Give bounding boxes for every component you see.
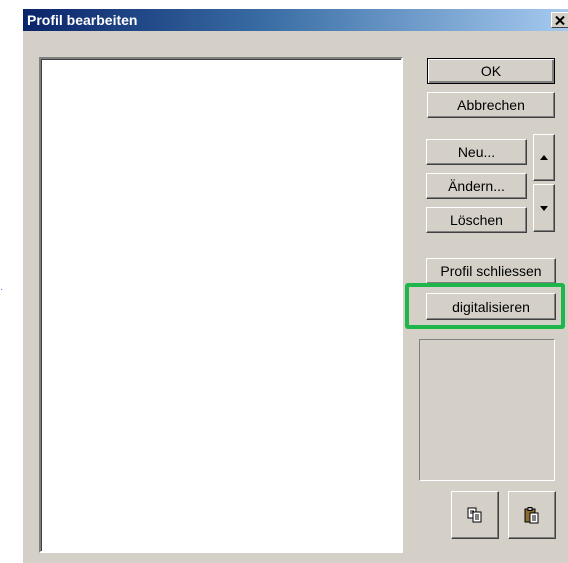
- close-button[interactable]: [551, 12, 568, 28]
- arrow-up-icon: [540, 155, 548, 160]
- paste-button[interactable]: [508, 491, 556, 539]
- close-profile-button[interactable]: Profil schliessen: [426, 258, 556, 284]
- move-down-button[interactable]: [533, 184, 555, 232]
- window-title: Profil bearbeiten: [27, 12, 138, 28]
- preview-panel: [419, 339, 555, 481]
- arrow-down-icon: [540, 205, 548, 211]
- digitize-button[interactable]: digitalisieren: [426, 293, 556, 320]
- stray-mark: ·: [0, 284, 4, 295]
- profile-edit-dialog: Profil bearbeiten OK Abbrechen Neu... Än…: [22, 8, 568, 563]
- move-up-button[interactable]: [533, 134, 555, 181]
- ok-button[interactable]: OK: [427, 58, 555, 84]
- profile-list[interactable]: [39, 57, 403, 553]
- delete-button[interactable]: Löschen: [426, 207, 527, 233]
- copy-icon: [467, 507, 482, 523]
- change-button[interactable]: Ändern...: [426, 173, 527, 199]
- cancel-button[interactable]: Abbrechen: [427, 92, 555, 118]
- close-icon: [555, 15, 565, 25]
- copy-button[interactable]: [451, 491, 499, 539]
- paste-icon: [524, 507, 539, 524]
- new-button[interactable]: Neu...: [426, 139, 527, 165]
- title-bar[interactable]: Profil bearbeiten: [23, 9, 568, 31]
